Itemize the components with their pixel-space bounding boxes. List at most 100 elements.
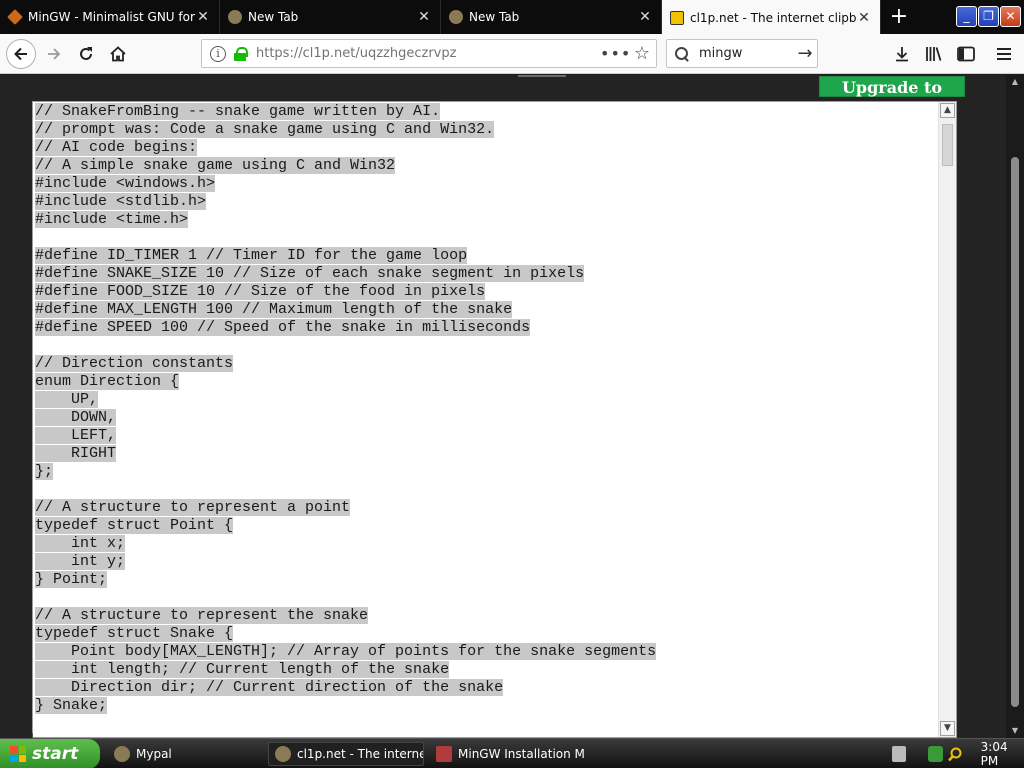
sidebar-icon[interactable] bbox=[954, 42, 978, 66]
task-label: MinGW Installation M... bbox=[458, 747, 586, 761]
code-line-text: #include <stdlib.h> bbox=[35, 193, 207, 210]
windows-flag-icon bbox=[10, 746, 26, 762]
code-line: // prompt was: Code a snake game using C… bbox=[35, 121, 939, 139]
tab-mingw[interactable]: MinGW - Minimalist GNU for Windo ✕ bbox=[0, 0, 220, 34]
start-button[interactable]: start bbox=[0, 739, 100, 768]
library-icon[interactable] bbox=[922, 42, 946, 66]
code-line-text: #define FOOD_SIZE 10 // Size of the food… bbox=[35, 283, 486, 300]
code-line: #define MAX_LENGTH 100 // Maximum length… bbox=[35, 301, 939, 319]
search-input[interactable]: mingw bbox=[699, 46, 793, 61]
network-icon[interactable] bbox=[928, 746, 943, 762]
back-arrow-icon bbox=[14, 47, 27, 61]
code-line: // A structure to represent the snake bbox=[35, 607, 939, 625]
bookmark-star-icon[interactable]: ☆ bbox=[628, 43, 656, 64]
code-line-text: #include <time.h> bbox=[35, 211, 189, 228]
task-mingw-installer[interactable]: MinGW Installation M... bbox=[430, 742, 586, 766]
scrollbar-thumb[interactable] bbox=[942, 124, 953, 166]
code-line-text: #include <windows.h> bbox=[35, 175, 216, 192]
page-scrollbar[interactable]: ▲ ▼ bbox=[1006, 75, 1024, 738]
search-tray-icon[interactable] bbox=[947, 746, 963, 762]
task-label: cl1p.net - The interne... bbox=[297, 747, 424, 761]
tab-title: MinGW - Minimalist GNU for Windo bbox=[28, 10, 195, 24]
page-scroll-up-icon[interactable]: ▲ bbox=[1006, 75, 1024, 89]
new-tab-button[interactable]: + bbox=[885, 4, 913, 30]
clipboard-textarea[interactable]: // SnakeFromBing -- snake game written b… bbox=[32, 101, 957, 738]
address-bar[interactable]: i https://cl1p.net/uqzzhgeczrvpz ••• ☆ bbox=[201, 39, 657, 68]
page-scroll-down-icon[interactable]: ▼ bbox=[1006, 724, 1024, 738]
task-label: Mypal bbox=[136, 747, 172, 761]
raccoon-icon bbox=[228, 10, 242, 24]
restore-button[interactable]: ❐ bbox=[978, 6, 999, 27]
code-line: // Direction constants bbox=[35, 355, 939, 373]
upgrade-to-pro-button[interactable]: Upgrade to PRO bbox=[819, 76, 965, 118]
cl1p-icon bbox=[670, 10, 684, 25]
code-text[interactable]: // SnakeFromBing -- snake game written b… bbox=[35, 103, 939, 715]
code-line: int length; // Current length of the sna… bbox=[35, 661, 939, 679]
code-line: #define FOOD_SIZE 10 // Size of the food… bbox=[35, 283, 939, 301]
forward-button[interactable] bbox=[40, 40, 68, 68]
code-line-text: Point body[MAX_LENGTH]; // Array of poin… bbox=[35, 643, 657, 660]
page-scrollbar-thumb[interactable] bbox=[1011, 157, 1019, 707]
navigation-toolbar: i https://cl1p.net/uqzzhgeczrvpz ••• ☆ m… bbox=[0, 34, 1024, 74]
taskbar: start Mypal cl1p.net - The interne... Mi… bbox=[0, 738, 1024, 768]
code-line-text: // Direction constants bbox=[35, 355, 234, 372]
close-tab-icon[interactable]: ✕ bbox=[195, 9, 211, 25]
textarea-scrollbar[interactable]: ▲ ▼ bbox=[938, 102, 956, 737]
menu-icon[interactable] bbox=[992, 42, 1016, 66]
reload-icon bbox=[80, 47, 92, 60]
code-line: #define ID_TIMER 1 // Timer ID for the g… bbox=[35, 247, 939, 265]
task-cl1p[interactable]: cl1p.net - The interne... bbox=[268, 742, 424, 766]
back-button[interactable] bbox=[6, 39, 36, 69]
mingw-icon bbox=[7, 9, 23, 25]
code-line: Point body[MAX_LENGTH]; // Array of poin… bbox=[35, 643, 939, 661]
reload-button[interactable] bbox=[72, 40, 100, 68]
code-line: RIGHT bbox=[35, 445, 939, 463]
clock: 3:04 PM bbox=[980, 740, 1008, 768]
minimize-button[interactable]: _ bbox=[956, 6, 977, 27]
site-info-icon[interactable]: i bbox=[210, 45, 226, 62]
download-icon[interactable] bbox=[890, 42, 914, 66]
tab-new-2[interactable]: New Tab ✕ bbox=[441, 0, 662, 34]
code-line: #include <windows.h> bbox=[35, 175, 939, 193]
keyboard-icon[interactable] bbox=[892, 746, 907, 762]
code-line: // SnakeFromBing -- snake game written b… bbox=[35, 103, 939, 121]
code-line: #define SNAKE_SIZE 10 // Size of each sn… bbox=[35, 265, 939, 283]
code-line: DOWN, bbox=[35, 409, 939, 427]
search-go-icon[interactable]: → bbox=[793, 43, 817, 64]
installer-icon bbox=[436, 746, 452, 762]
raccoon-icon bbox=[449, 10, 463, 24]
code-line: #include <stdlib.h> bbox=[35, 193, 939, 211]
tab-title: New Tab bbox=[248, 10, 299, 24]
code-line-text: #define SPEED 100 // Speed of the snake … bbox=[35, 319, 531, 336]
code-line-text: int x; bbox=[35, 535, 126, 552]
code-line-text: int length; // Current length of the sna… bbox=[35, 661, 450, 678]
system-tray: 3:04 PM bbox=[880, 739, 1024, 768]
close-tab-icon[interactable]: ✕ bbox=[637, 9, 653, 25]
scroll-down-icon[interactable]: ▼ bbox=[940, 721, 955, 736]
code-line: int x; bbox=[35, 535, 939, 553]
home-button[interactable] bbox=[104, 40, 132, 68]
code-line: }; bbox=[35, 463, 939, 481]
window-close-button[interactable]: ✕ bbox=[1000, 6, 1021, 27]
code-line-text: // AI code begins: bbox=[35, 139, 198, 156]
close-tab-icon[interactable]: ✕ bbox=[856, 10, 872, 26]
tab-new-1[interactable]: New Tab ✕ bbox=[220, 0, 441, 34]
code-line-text: // A structure to represent the snake bbox=[35, 607, 369, 624]
code-line-text: #define ID_TIMER 1 // Timer ID for the g… bbox=[35, 247, 468, 264]
code-line-text: // A structure to represent a point bbox=[35, 499, 351, 516]
close-tab-icon[interactable]: ✕ bbox=[416, 9, 432, 25]
tab-title: cl1p.net - The internet clipboard bbox=[690, 10, 856, 25]
url-text[interactable]: https://cl1p.net/uqzzhgeczrvpz bbox=[256, 46, 600, 61]
task-mypal[interactable]: Mypal bbox=[108, 742, 258, 766]
tab-cl1p[interactable]: cl1p.net - The internet clipboard ✕ bbox=[662, 0, 881, 35]
code-line: } Snake; bbox=[35, 697, 939, 715]
code-line: } Point; bbox=[35, 571, 939, 589]
search-bar[interactable]: mingw → bbox=[666, 39, 818, 68]
code-line-text: // SnakeFromBing -- snake game written b… bbox=[35, 103, 441, 120]
code-line-text: typedef struct Point { bbox=[35, 517, 234, 534]
scroll-up-icon[interactable]: ▲ bbox=[940, 103, 955, 118]
page-actions-icon[interactable]: ••• bbox=[600, 44, 630, 63]
secure-lock-icon bbox=[234, 46, 248, 61]
